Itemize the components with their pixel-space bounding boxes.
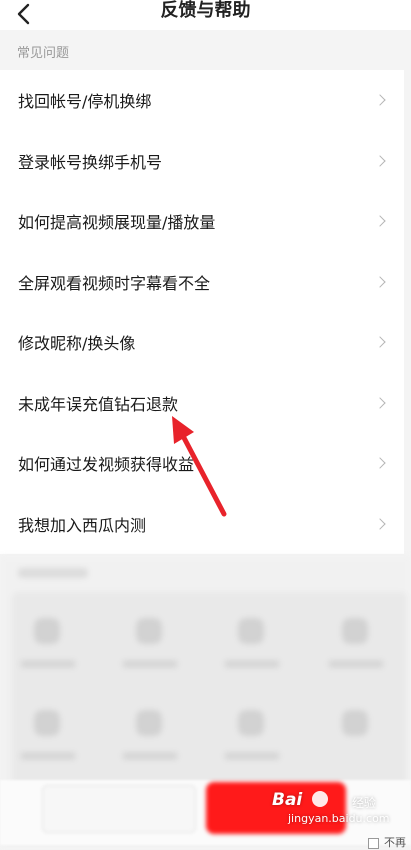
page-title: 反馈与帮助 [160, 0, 251, 21]
section-label-faq: 常见问题 [17, 46, 70, 61]
baidu-jingyan-watermark: Bai 经验 jingyan.baidu.com [268, 790, 390, 830]
chevron-right-icon [374, 457, 386, 469]
faq-item-rebind-phone[interactable]: 登录帐号换绑手机号 [0, 131, 404, 192]
blurred-text [122, 752, 178, 760]
blurred-text [328, 660, 384, 668]
faq-item-change-nickname-avatar[interactable]: 修改昵称/换头像 [0, 312, 404, 373]
blurred-card [12, 592, 407, 792]
chevron-right-icon [374, 518, 386, 530]
faq-item-label: 未成年误充值钻石退款 [18, 394, 179, 414]
faq-item-increase-views[interactable]: 如何提高视频展现量/播放量 [0, 191, 404, 252]
faq-item-label: 我想加入西瓜内测 [18, 515, 147, 535]
faq-item-label: 修改昵称/换头像 [18, 334, 136, 354]
chevron-right-icon [374, 397, 386, 409]
faq-item-fullscreen-subtitles[interactable]: 全屏观看视频时字幕看不全 [0, 252, 404, 313]
chevron-right-icon [374, 94, 386, 106]
blurred-text [20, 752, 76, 760]
faq-item-label: 登录帐号换绑手机号 [18, 152, 163, 172]
blurred-icon [238, 618, 264, 644]
blurred-icon [342, 710, 368, 736]
dont-show-label: 不再 [384, 836, 406, 849]
blurred-icon [34, 618, 60, 644]
watermark-url: jingyan.baidu.com [288, 812, 390, 825]
faq-item-label: 找回帐号/停机换绑 [18, 92, 152, 112]
blurred-icon [238, 710, 264, 736]
watermark-brand: Bai [272, 790, 303, 810]
blurred-text [224, 660, 280, 668]
secondary-button[interactable] [42, 785, 196, 833]
blurred-text [20, 660, 76, 668]
top-bar: 反馈与帮助 [0, 0, 411, 30]
baidu-paw-icon [312, 791, 328, 807]
faq-item-label: 如何提高视频展现量/播放量 [18, 213, 216, 233]
blurred-text [122, 660, 178, 668]
blurred-icon [136, 710, 162, 736]
faq-item-recover-account[interactable]: 找回帐号/停机换绑 [0, 70, 404, 131]
blurred-icon [342, 618, 368, 644]
watermark-brand-cn: 经验 [352, 796, 377, 810]
chevron-right-icon [374, 336, 386, 348]
blurred-heading [18, 568, 88, 578]
faq-item-label: 全屏观看视频时字幕看不全 [18, 273, 211, 293]
blurred-icon [136, 618, 162, 644]
chevron-right-icon [374, 215, 386, 227]
blurred-text [224, 752, 280, 760]
dont-show-checkbox[interactable] [368, 838, 379, 849]
chevron-right-icon [374, 155, 386, 167]
chevron-right-icon [374, 276, 386, 288]
blurred-icon [34, 710, 60, 736]
annotation-arrow-icon [172, 416, 227, 517]
